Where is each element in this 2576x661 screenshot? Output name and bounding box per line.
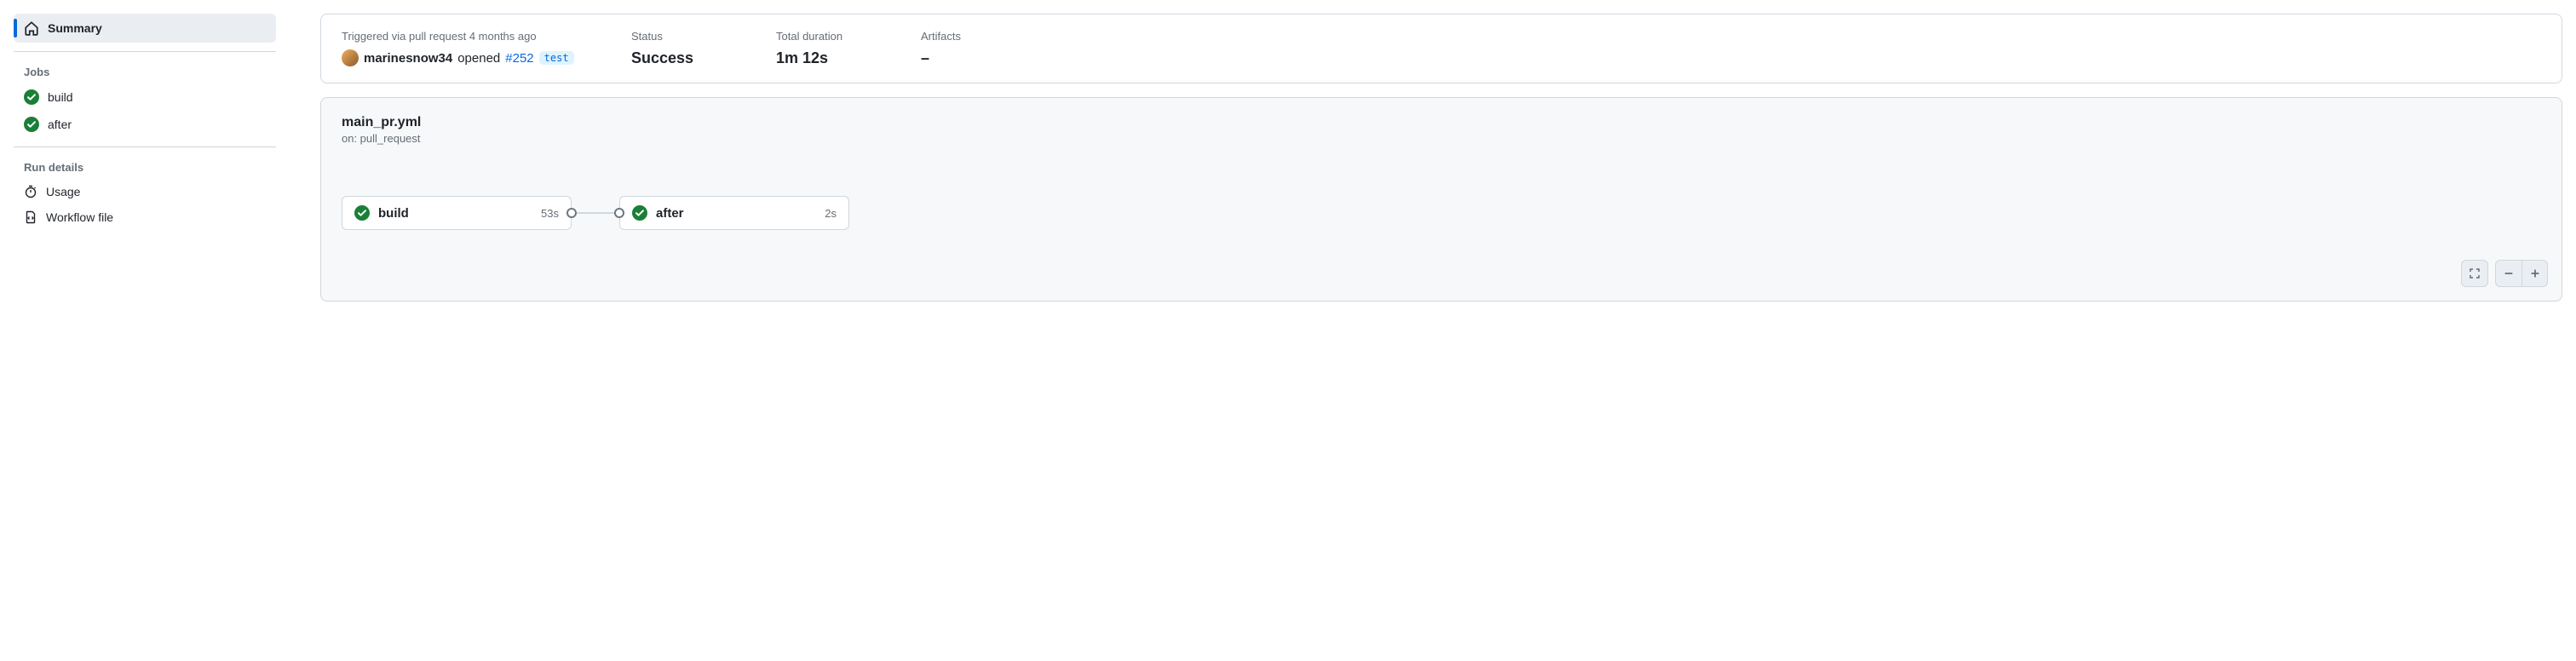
minus-icon bbox=[2503, 267, 2515, 279]
check-circle-icon bbox=[24, 117, 39, 132]
check-circle-icon bbox=[24, 89, 39, 105]
file-code-icon bbox=[24, 210, 37, 224]
duration-column: Total duration 1m 12s bbox=[776, 30, 887, 67]
branch-badge[interactable]: test bbox=[539, 51, 574, 65]
sidebar-job-build[interactable]: build bbox=[14, 83, 276, 111]
status-column: Status Success bbox=[631, 30, 742, 67]
job-duration: 2s bbox=[825, 207, 837, 220]
sidebar-jobs-heading: Jobs bbox=[14, 60, 276, 83]
divider bbox=[14, 51, 276, 52]
workflow-file-name[interactable]: main_pr.yml bbox=[342, 115, 2541, 130]
sidebar-job-label: after bbox=[48, 118, 72, 131]
sidebar-summary-label: Summary bbox=[48, 21, 102, 35]
artifacts-column: Artifacts – bbox=[921, 30, 1032, 67]
status-label: Status bbox=[631, 30, 742, 43]
artifacts-label: Artifacts bbox=[921, 30, 1032, 43]
job-card-build[interactable]: build 53s bbox=[342, 196, 572, 230]
sidebar-usage-item[interactable]: Usage bbox=[14, 179, 276, 204]
zoom-out-button[interactable] bbox=[2496, 261, 2521, 286]
duration-label: Total duration bbox=[776, 30, 887, 43]
status-value: Success bbox=[631, 49, 742, 67]
pr-link[interactable]: #252 bbox=[505, 51, 533, 66]
job-card-after[interactable]: after 2s bbox=[619, 196, 849, 230]
sidebar-workflow-file-label: Workflow file bbox=[46, 210, 113, 224]
main-content: Triggered via pull request 4 months ago … bbox=[290, 14, 2576, 302]
avatar[interactable] bbox=[342, 49, 359, 66]
sidebar: Summary Jobs build after Run details bbox=[0, 14, 290, 302]
fullscreen-icon bbox=[2468, 267, 2481, 280]
sidebar-job-after[interactable]: after bbox=[14, 111, 276, 138]
workflow-trigger-line: on: pull_request bbox=[342, 132, 2541, 145]
sidebar-workflow-file-item[interactable]: Workflow file bbox=[14, 204, 276, 230]
run-summary-panel: Triggered via pull request 4 months ago … bbox=[320, 14, 2562, 83]
zoom-in-button[interactable] bbox=[2521, 261, 2547, 286]
sidebar-job-label: build bbox=[48, 90, 73, 104]
sidebar-run-details-heading: Run details bbox=[14, 156, 276, 179]
plus-icon bbox=[2529, 267, 2541, 279]
connector bbox=[572, 212, 619, 214]
zoom-controls bbox=[2461, 260, 2548, 287]
stopwatch-icon bbox=[24, 185, 37, 198]
job-name: after bbox=[656, 206, 816, 221]
check-circle-icon bbox=[632, 205, 647, 221]
job-duration: 53s bbox=[541, 207, 559, 220]
action-word: opened bbox=[457, 51, 500, 66]
trigger-column: Triggered via pull request 4 months ago … bbox=[342, 30, 597, 67]
fit-to-screen-button[interactable] bbox=[2462, 261, 2487, 286]
job-name: build bbox=[378, 206, 532, 221]
duration-value[interactable]: 1m 12s bbox=[776, 49, 887, 67]
trigger-label: Triggered via pull request 4 months ago bbox=[342, 30, 597, 43]
sidebar-usage-label: Usage bbox=[46, 185, 80, 198]
workflow-graph-panel: main_pr.yml on: pull_request build 53s bbox=[320, 97, 2562, 302]
artifacts-value: – bbox=[921, 49, 1032, 67]
actor-link[interactable]: marinesnow34 bbox=[364, 51, 452, 66]
check-circle-icon bbox=[354, 205, 370, 221]
graph-row: build 53s after 2s bbox=[342, 196, 2541, 230]
sidebar-summary-item[interactable]: Summary bbox=[14, 14, 276, 43]
home-icon bbox=[24, 20, 39, 36]
